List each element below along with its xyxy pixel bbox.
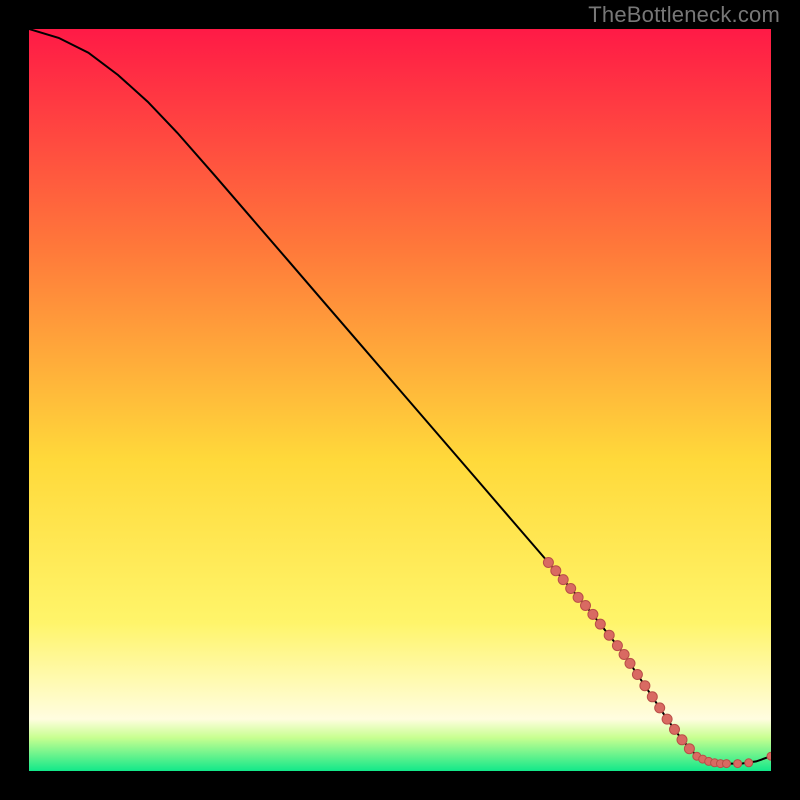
data-marker — [632, 670, 642, 680]
plot-area — [29, 29, 771, 771]
data-marker — [640, 681, 650, 691]
data-marker — [745, 759, 753, 767]
data-marker — [647, 692, 657, 702]
data-marker — [604, 630, 614, 640]
chart-svg — [29, 29, 771, 771]
data-marker — [612, 641, 622, 651]
data-marker — [625, 658, 635, 668]
data-marker — [662, 714, 672, 724]
data-marker — [595, 619, 605, 629]
data-marker — [677, 735, 687, 745]
data-marker — [543, 558, 553, 568]
data-marker — [566, 584, 576, 594]
data-marker — [723, 760, 731, 768]
attribution-label: TheBottleneck.com — [588, 2, 780, 28]
data-marker — [655, 703, 665, 713]
data-marker — [581, 601, 591, 611]
data-marker — [588, 609, 598, 619]
data-marker — [734, 760, 742, 768]
data-marker — [619, 650, 629, 660]
data-marker — [767, 752, 771, 760]
data-marker — [573, 592, 583, 602]
data-marker — [684, 744, 694, 754]
data-marker — [551, 566, 561, 576]
data-marker — [670, 724, 680, 734]
data-marker — [558, 575, 568, 585]
gradient-background — [29, 29, 771, 771]
chart-frame: TheBottleneck.com — [0, 0, 800, 800]
